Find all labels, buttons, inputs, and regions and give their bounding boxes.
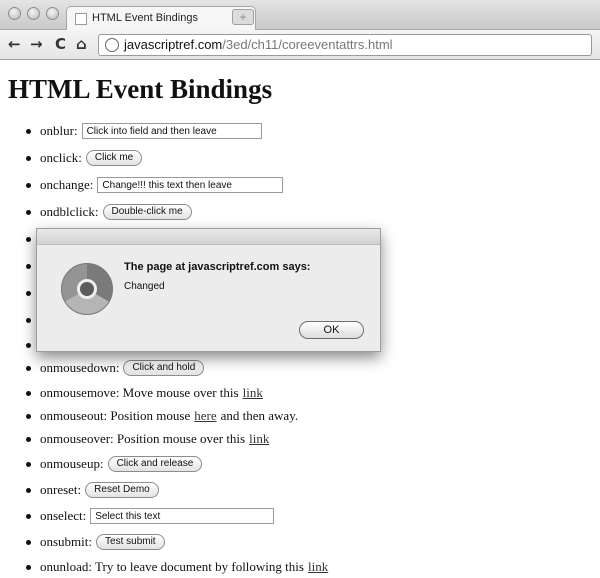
bullet-icon bbox=[26, 343, 31, 348]
event-label: onsubmit: bbox=[40, 534, 93, 549]
close-window-button[interactable] bbox=[8, 7, 21, 20]
bullet-icon bbox=[26, 210, 31, 215]
bullet-icon bbox=[26, 366, 31, 371]
mouseover-link[interactable]: link bbox=[249, 428, 269, 450]
list-item: onmouseover: Position mouse over this li… bbox=[0, 428, 560, 450]
address-url: javascriptref.com/3ed/ch11/coreeventattr… bbox=[124, 35, 393, 55]
bullet-icon bbox=[26, 414, 31, 419]
list-item: onmousemove: Move mouse over this link bbox=[0, 382, 560, 404]
list-item: onmousedown: Click and hold bbox=[0, 357, 560, 379]
list-item: onsubmit: Test submit bbox=[0, 531, 560, 553]
bullet-icon bbox=[26, 264, 31, 269]
list-item: onmouseout: Position mouse here and then… bbox=[0, 405, 560, 427]
bullet-icon bbox=[26, 391, 31, 396]
event-label: onmouseover: Position mouse over this bbox=[40, 431, 246, 446]
reset-demo-button[interactable]: Reset Demo bbox=[85, 482, 159, 498]
back-arrow-icon[interactable]: ← bbox=[8, 35, 21, 53]
dialog-message: Changed bbox=[124, 281, 165, 292]
bullet-icon bbox=[26, 183, 31, 188]
url-path: /3ed/ch11/coreeventattrs.html bbox=[222, 37, 393, 52]
url-host: javascriptref.com bbox=[124, 37, 223, 52]
list-item: onmouseup: Click and release bbox=[0, 453, 560, 475]
bullet-icon bbox=[26, 540, 31, 545]
event-label: ondblclick: bbox=[40, 204, 99, 219]
dialog-titlebar bbox=[37, 229, 380, 245]
event-label: onmousedown: bbox=[40, 360, 120, 375]
list-item: onclick: Click me bbox=[0, 147, 560, 169]
tab-title: HTML Event Bindings bbox=[92, 12, 198, 24]
mouseout-link[interactable]: here bbox=[194, 405, 216, 427]
list-item: onunload: Try to leave document by follo… bbox=[0, 556, 560, 578]
list-item: onselect: bbox=[0, 505, 560, 527]
alert-dialog: The page at javascriptref.com says: Chan… bbox=[36, 228, 381, 352]
event-label: onunload: Try to leave document by follo… bbox=[40, 559, 304, 574]
bullet-icon bbox=[26, 488, 31, 493]
bullet-icon bbox=[26, 437, 31, 442]
new-tab-button[interactable]: + bbox=[232, 9, 254, 25]
bullet-icon bbox=[26, 318, 31, 323]
bullet-icon bbox=[26, 237, 31, 242]
onselect-input[interactable] bbox=[90, 508, 275, 524]
reload-icon[interactable]: C bbox=[55, 35, 66, 53]
minimize-window-button[interactable] bbox=[27, 7, 40, 20]
browser-tab[interactable]: HTML Event Bindings × bbox=[66, 6, 256, 31]
bullet-icon bbox=[26, 462, 31, 467]
mousemove-link[interactable]: link bbox=[243, 382, 263, 404]
event-label: onmousemove: Move mouse over this bbox=[40, 385, 239, 400]
ok-button[interactable]: OK bbox=[299, 321, 364, 339]
forward-arrow-icon[interactable]: → bbox=[30, 35, 43, 53]
event-label-suffix: and then away. bbox=[220, 408, 299, 423]
list-item: ondblclick: Double-click me bbox=[0, 201, 560, 223]
bullet-icon bbox=[26, 156, 31, 161]
home-icon[interactable]: ⌂ bbox=[76, 35, 87, 53]
unload-link[interactable]: link bbox=[308, 556, 328, 578]
bullet-icon bbox=[26, 291, 31, 296]
event-label: onmouseout: Position mouse bbox=[40, 408, 191, 423]
list-item: onblur: bbox=[0, 120, 560, 142]
onblur-input[interactable] bbox=[81, 123, 262, 139]
chrome-logo-icon bbox=[61, 263, 113, 315]
address-bar[interactable]: javascriptref.com/3ed/ch11/coreeventattr… bbox=[98, 34, 592, 56]
click-me-button[interactable]: Click me bbox=[85, 150, 143, 166]
event-label: onchange: bbox=[40, 177, 94, 192]
browser-toolbar: ← → C ⌂ javascriptref.com/3ed/ch11/coree… bbox=[0, 30, 600, 60]
click-and-hold-button[interactable]: Click and hold bbox=[123, 360, 205, 376]
window-titlebar: HTML Event Bindings × + bbox=[0, 0, 600, 31]
click-and-release-button[interactable]: Click and release bbox=[107, 456, 203, 472]
page-title: HTML Event Bindings bbox=[8, 74, 273, 104]
bullet-icon bbox=[26, 565, 31, 570]
bullet-icon bbox=[26, 129, 31, 134]
bullet-icon bbox=[26, 514, 31, 519]
list-item: onchange: bbox=[0, 174, 560, 196]
globe-icon bbox=[105, 38, 119, 52]
test-submit-button[interactable]: Test submit bbox=[96, 534, 165, 550]
dialog-title: The page at javascriptref.com says: bbox=[124, 261, 311, 273]
list-item: onreset: Reset Demo bbox=[0, 479, 560, 501]
event-label: onreset: bbox=[40, 482, 82, 497]
page-favicon-icon bbox=[75, 13, 87, 25]
event-label: onblur: bbox=[40, 123, 78, 138]
event-label: onselect: bbox=[40, 508, 87, 523]
double-click-me-button[interactable]: Double-click me bbox=[102, 204, 192, 220]
event-label: onclick: bbox=[40, 150, 82, 165]
onchange-input[interactable] bbox=[97, 177, 284, 193]
zoom-window-button[interactable] bbox=[46, 7, 59, 20]
event-label: onmouseup: bbox=[40, 456, 104, 471]
